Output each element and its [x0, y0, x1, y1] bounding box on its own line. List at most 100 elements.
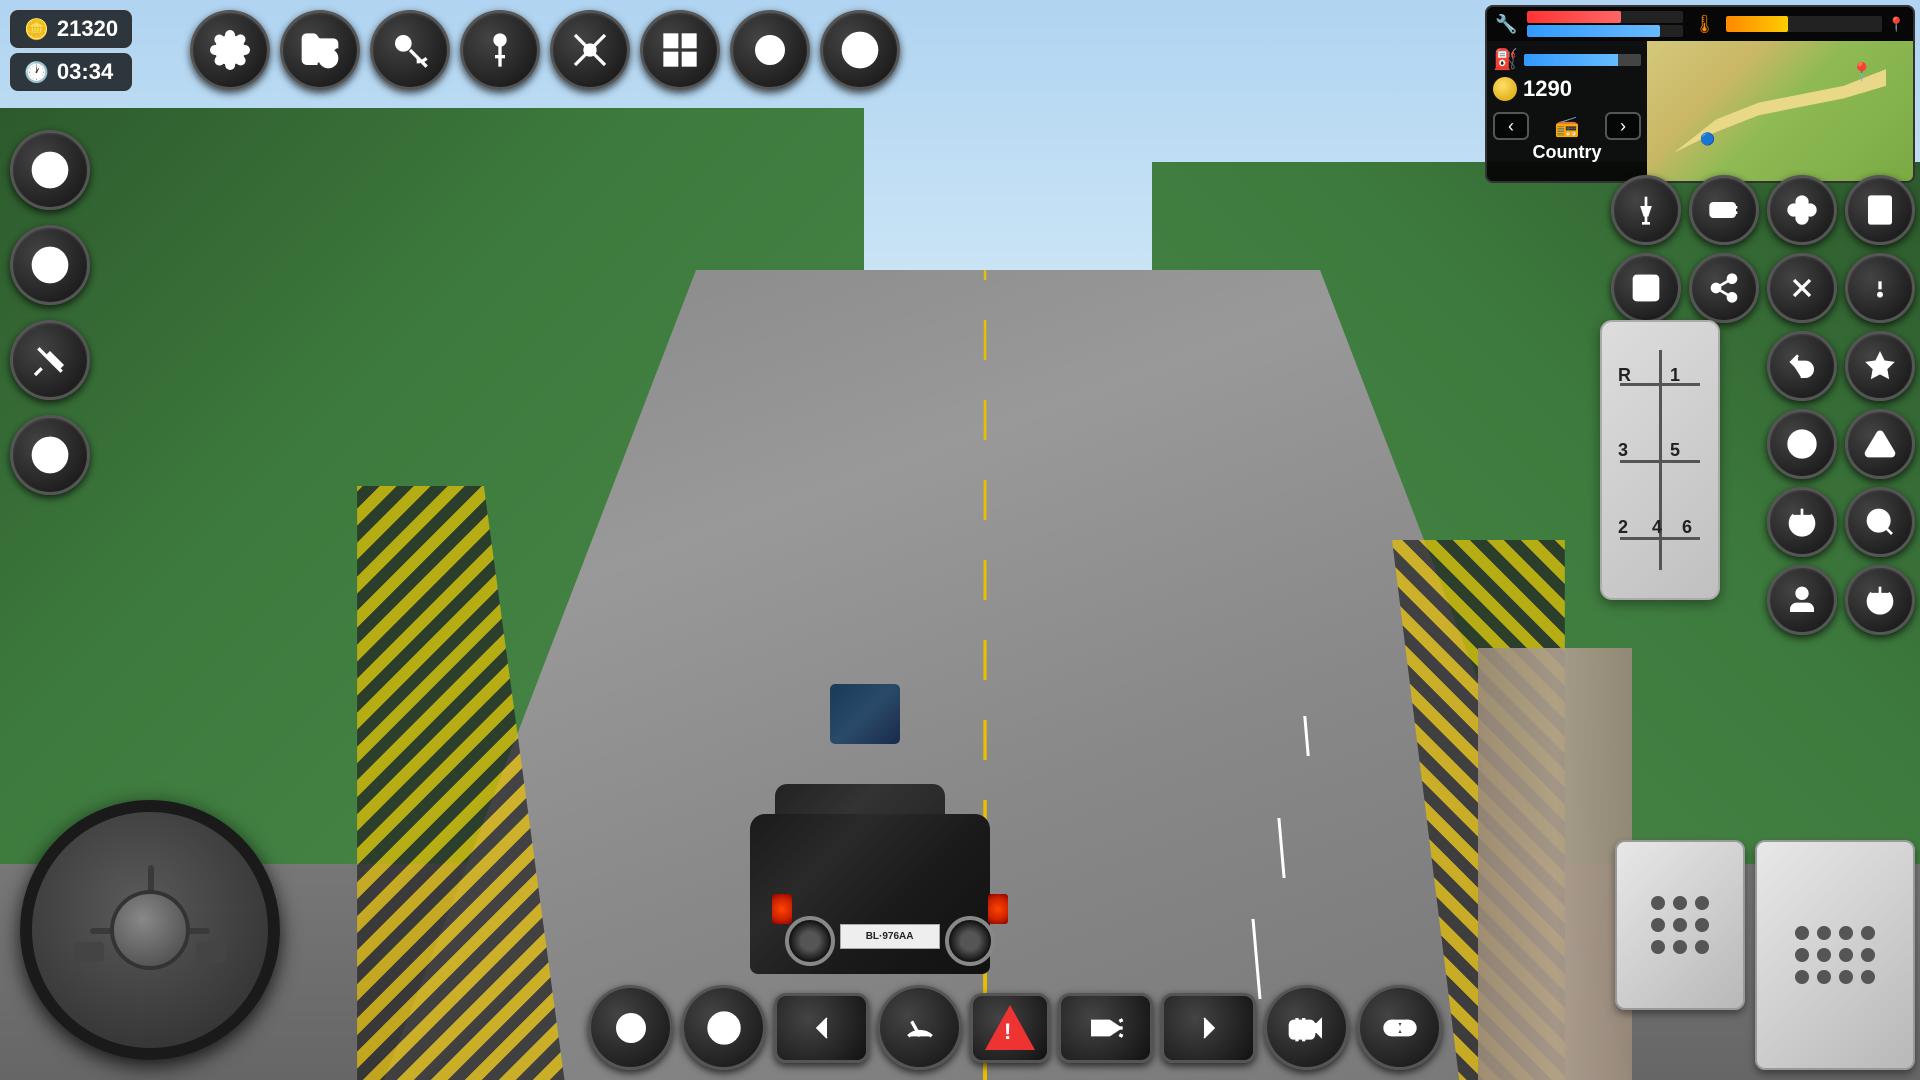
gold-row: 1290 — [1493, 76, 1641, 102]
save-button[interactable] — [1611, 253, 1681, 323]
brake-dots — [1639, 884, 1721, 966]
turn-left-button[interactable] — [774, 993, 869, 1063]
gear-1: 1 — [1670, 365, 1680, 386]
minimap-area: ⛽ 1290 ‹ 📻 › Country 📍 🔵 — [1487, 41, 1913, 181]
turn-right-button[interactable] — [1161, 993, 1256, 1063]
power2-button[interactable] — [1845, 565, 1915, 635]
temp-icon: 🌡 — [1693, 14, 1716, 35]
close-button[interactable] — [1767, 253, 1837, 323]
token-button[interactable] — [730, 10, 810, 90]
alert-button[interactable] — [1845, 253, 1915, 323]
nav-next-button[interactable]: › — [1605, 112, 1641, 140]
health-bar-row — [1527, 11, 1683, 23]
fuel-bar-mini — [1524, 54, 1641, 66]
dot — [1695, 896, 1709, 910]
gear-6: 6 — [1682, 517, 1692, 538]
spark-plug-button[interactable] — [1611, 175, 1681, 245]
car: BL·976AA — [730, 714, 1010, 994]
gear-pattern: R 1 3 5 2 4 6 — [1610, 350, 1710, 570]
steering-wheel[interactable] — [20, 800, 280, 1060]
tire-button[interactable] — [10, 225, 90, 305]
temp-bar-fill — [1726, 16, 1788, 32]
dot — [1795, 926, 1809, 940]
car-body: BL·976AA — [750, 814, 990, 974]
share-button[interactable] — [1689, 253, 1759, 323]
gear-3: 3 — [1618, 440, 1628, 461]
location-label: Country — [1493, 140, 1641, 165]
health-bar-bg — [1527, 11, 1683, 23]
gear-shift[interactable]: R 1 3 5 2 4 6 — [1600, 320, 1720, 600]
gas-pedal[interactable] — [1755, 840, 1915, 1070]
car-plate: BL·976AA — [840, 924, 940, 949]
hud-stats: 🪙 21320 🕐 03:34 — [10, 10, 132, 91]
wheel-button[interactable] — [820, 10, 900, 90]
left-icons — [10, 130, 90, 495]
coin-icon: 🪙 — [24, 17, 49, 42]
wiper-button[interactable] — [877, 985, 962, 1070]
nav-prev-button[interactable]: ‹ — [1493, 112, 1529, 140]
handbrake-button[interactable] — [588, 985, 673, 1070]
screwdriver-button[interactable] — [10, 320, 90, 400]
status-bars: 🔧 🌡 📍 — [1487, 7, 1913, 41]
coin-value: 21320 — [57, 16, 118, 42]
dot — [1861, 948, 1875, 962]
taillight-left — [772, 894, 792, 924]
battery-button[interactable] — [1689, 175, 1759, 245]
gear-2: 2 — [1618, 517, 1628, 538]
speedometer-button[interactable] — [10, 130, 90, 210]
gear-R: R — [1618, 365, 1631, 386]
door-button[interactable] — [1845, 175, 1915, 245]
road-dash-2 — [1277, 818, 1285, 878]
wrench-button[interactable] — [550, 10, 630, 90]
dot — [1861, 970, 1875, 984]
search-button[interactable] — [1845, 487, 1915, 557]
dot — [1817, 926, 1831, 940]
dot — [1817, 970, 1831, 984]
settings-button[interactable] — [190, 10, 270, 90]
wheel-hub — [110, 890, 190, 970]
bars-container — [1527, 11, 1683, 37]
engine-button[interactable] — [1264, 985, 1349, 1070]
gearbox-button[interactable] — [460, 10, 540, 90]
wheel-btn-left[interactable] — [74, 942, 104, 962]
car-window — [830, 684, 900, 744]
dot — [1695, 940, 1709, 954]
disc-brake-button[interactable] — [681, 985, 766, 1070]
wheel-outer-ring — [20, 800, 280, 1060]
chain-button[interactable] — [1357, 985, 1442, 1070]
undo-button[interactable] — [1767, 331, 1837, 401]
hazard-button[interactable] — [970, 993, 1050, 1063]
wheel-right — [945, 916, 995, 966]
dot — [1673, 896, 1687, 910]
dot — [1795, 970, 1809, 984]
minimap[interactable]: 📍 🔵 — [1647, 41, 1913, 181]
transmission-button[interactable] — [640, 10, 720, 90]
timer-value: 03:34 — [57, 59, 113, 85]
temp-bar-bg — [1726, 16, 1882, 32]
top-right-panel: 🔧 🌡 📍 ⛽ — [1485, 5, 1915, 183]
timer-stat: 🕐 03:34 — [10, 53, 132, 91]
coin-display: ⛽ 1290 ‹ 📻 › Country — [1487, 41, 1647, 181]
headlight-button[interactable] — [1058, 993, 1153, 1063]
wheel-left — [785, 916, 835, 966]
fuel-pump-icon: ⛽ — [1493, 47, 1518, 72]
medicine-button[interactable] — [280, 10, 360, 90]
warning-button[interactable] — [1845, 409, 1915, 479]
power-button[interactable] — [1767, 487, 1837, 557]
wrench-status-icon: 🔧 — [1495, 14, 1517, 35]
brake-button[interactable] — [10, 415, 90, 495]
wheel-btn-right[interactable] — [196, 942, 226, 962]
gold-value: 1290 — [1523, 76, 1572, 102]
health-bar-fill — [1527, 11, 1620, 23]
star-button[interactable] — [1845, 331, 1915, 401]
fuel-bar-row — [1527, 25, 1683, 37]
help-button[interactable] — [1767, 409, 1837, 479]
nav-label: 📻 — [1555, 114, 1580, 139]
gear-5: 5 — [1670, 440, 1680, 461]
map-pin-header: 📍 — [1888, 16, 1905, 33]
key-button[interactable] — [370, 10, 450, 90]
gold-coin-icon — [1493, 77, 1517, 101]
profile-button[interactable] — [1767, 565, 1837, 635]
dot — [1839, 970, 1853, 984]
fan-button[interactable] — [1767, 175, 1837, 245]
